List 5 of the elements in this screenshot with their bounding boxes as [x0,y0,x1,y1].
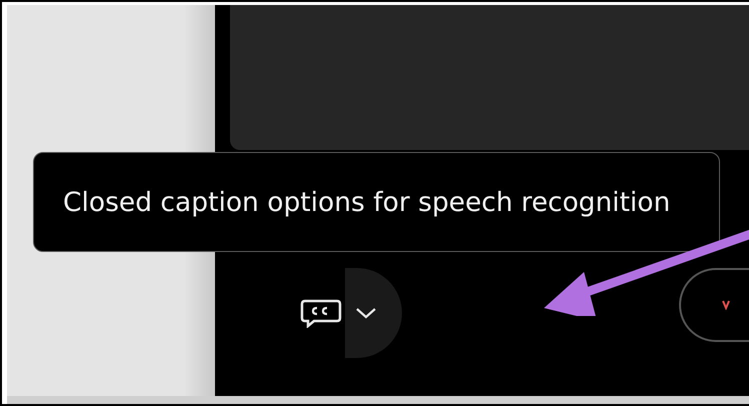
captions-icon [300,298,342,328]
round-button[interactable] [679,268,749,342]
mark-icon [722,300,730,310]
chevron-down-icon [355,306,377,320]
tooltip-text: Closed caption options for speech recognition [63,186,670,218]
